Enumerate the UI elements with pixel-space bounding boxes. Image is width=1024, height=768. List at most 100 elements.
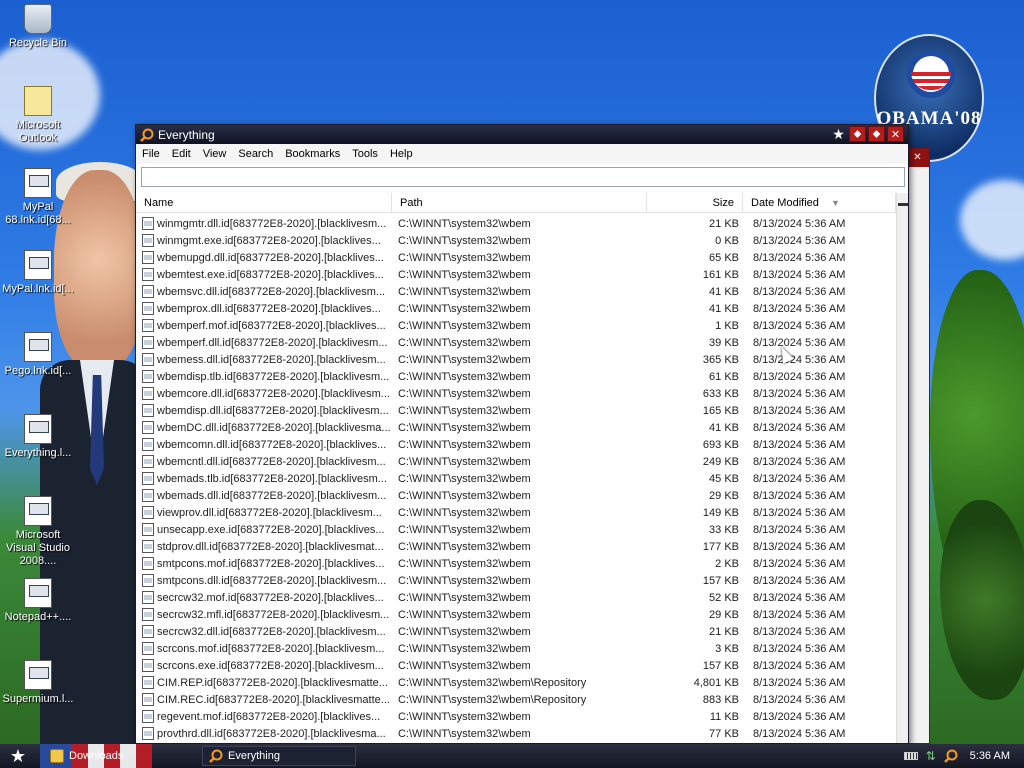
cell-path: C:\WINNT\system32\wbem <box>398 455 531 468</box>
file-icon <box>142 387 154 400</box>
table-row[interactable]: smtpcons.dll.id[683772E8-2020].[blackliv… <box>136 572 896 589</box>
file-icon <box>142 217 154 230</box>
column-header-size[interactable]: Size <box>647 193 743 213</box>
menu-file[interactable]: File <box>142 148 160 160</box>
window-title: Everything <box>158 127 215 142</box>
table-row[interactable]: wbemads.tlb.id[683772E8-2020].[blacklive… <box>136 470 896 487</box>
maximize-button[interactable]: ⬥ <box>868 126 885 142</box>
cell-date-modified: 8/13/2024 5:36 AM <box>753 421 846 434</box>
file-name: viewprov.dll.id[683772E8-2020].[blackliv… <box>157 506 382 519</box>
table-row[interactable]: wbemupgd.dll.id[683772E8-2020].[blackliv… <box>136 249 896 266</box>
file-name: wbemdisp.tlb.id[683772E8-2020].[blackliv… <box>157 370 390 383</box>
star-icon[interactable]: ★ <box>830 126 847 142</box>
table-row[interactable]: secrcw32.dll.id[683772E8-2020].[blackliv… <box>136 623 896 640</box>
cell-path: C:\WINNT\system32\wbem <box>398 557 531 570</box>
table-row[interactable]: wbemads.dll.id[683772E8-2020].[blacklive… <box>136 487 896 504</box>
desktop-icon-supermium[interactable]: Supermium.l... <box>0 660 76 706</box>
table-row[interactable]: secrcw32.mfl.id[683772E8-2020].[blackliv… <box>136 606 896 623</box>
cell-name: wbemsvc.dll.id[683772E8-2020].[blacklive… <box>136 285 392 298</box>
table-row[interactable]: secrcw32.mof.id[683772E8-2020].[blackliv… <box>136 589 896 606</box>
cell-name: CIM.REC.id[683772E8-2020].[blacklivesmat… <box>136 693 392 706</box>
file-icon <box>142 489 154 502</box>
table-row[interactable]: provthrd.dll.id[683772E8-2020].[blackliv… <box>136 725 896 742</box>
table-row[interactable]: stdprov.dll.id[683772E8-2020].[blacklive… <box>136 538 896 555</box>
file-icon <box>142 285 154 298</box>
table-row[interactable]: wbemcore.dll.id[683772E8-2020].[blackliv… <box>136 385 896 402</box>
close-button[interactable]: ✕ <box>887 126 904 142</box>
menu-help[interactable]: Help <box>390 148 413 160</box>
desktop-icon-pego[interactable]: Pego.lnk.id[... <box>0 332 76 378</box>
taskbar-item-everything[interactable]: Everything <box>202 746 356 766</box>
background-window-close-button[interactable]: ✕ <box>906 149 929 167</box>
file-icon <box>142 268 154 281</box>
file-icon <box>142 540 154 553</box>
scrollbar-thumb[interactable] <box>898 203 908 206</box>
table-row[interactable]: wbemcomn.dll.id[683772E8-2020].[blackliv… <box>136 436 896 453</box>
desktop-icon-visual-studio[interactable]: Microsoft Visual Studio 2008.... <box>0 496 76 568</box>
table-row[interactable]: wbemdisp.tlb.id[683772E8-2020].[blackliv… <box>136 368 896 385</box>
cell-path: C:\WINNT\system32\wbem <box>398 251 531 264</box>
file-name: regevent.mof.id[683772E8-2020].[blackliv… <box>157 710 381 723</box>
taskbar-item-downloads[interactable]: Downloads <box>44 746 194 766</box>
desktop-icon-label: Recycle Bin <box>8 37 68 49</box>
file-icon <box>142 591 154 604</box>
menu-edit[interactable]: Edit <box>172 148 191 160</box>
file-icon <box>142 693 154 706</box>
menu-tools[interactable]: Tools <box>352 148 378 160</box>
menu-view[interactable]: View <box>203 148 227 160</box>
search-input[interactable] <box>141 167 905 187</box>
cell-size: 2 KB <box>715 557 739 570</box>
table-row[interactable]: CIM.REC.id[683772E8-2020].[blacklivesmat… <box>136 691 896 708</box>
desktop-icon-outlook[interactable]: Microsoft Outlook <box>0 86 76 145</box>
table-row[interactable]: scrcons.mof.id[683772E8-2020].[blacklive… <box>136 640 896 657</box>
desktop-icon-mypal68[interactable]: MyPal 68.lnk.id[68... <box>0 168 76 227</box>
table-row[interactable]: wbemcntl.dll.id[683772E8-2020].[blackliv… <box>136 453 896 470</box>
column-header-name[interactable]: Name <box>136 193 392 213</box>
column-header-path[interactable]: Path <box>392 193 647 213</box>
start-button[interactable]: ★ <box>0 744 36 768</box>
table-row[interactable]: wbemperf.mof.id[683772E8-2020].[blackliv… <box>136 317 896 334</box>
cell-date-modified: 8/13/2024 5:36 AM <box>753 404 846 417</box>
table-row[interactable]: scrcons.exe.id[683772E8-2020].[blacklive… <box>136 657 896 674</box>
vertical-scrollbar[interactable] <box>896 193 908 743</box>
network-icon[interactable]: ⇅ <box>926 749 936 763</box>
desktop-icon-mypal[interactable]: MyPal.lnk.id[... <box>0 250 76 296</box>
table-row[interactable]: wbemprox.dll.id[683772E8-2020].[blackliv… <box>136 300 896 317</box>
desktop-icon-label: MyPal 68.lnk.id[68... <box>5 201 71 226</box>
file-name: scrcons.exe.id[683772E8-2020].[blacklive… <box>157 659 384 672</box>
cell-date-modified: 8/13/2024 5:36 AM <box>753 387 846 400</box>
cell-size: 1 KB <box>715 319 739 332</box>
table-row[interactable]: winmgmt.exe.id[683772E8-2020].[blacklive… <box>136 232 896 249</box>
cell-date-modified: 8/13/2024 5:36 AM <box>753 353 846 366</box>
table-row[interactable]: wbemsvc.dll.id[683772E8-2020].[blacklive… <box>136 283 896 300</box>
desktop-icon-notepadpp[interactable]: Notepad++.... <box>0 578 76 624</box>
desktop-icon-recycle-bin[interactable]: Recycle Bin <box>0 4 76 50</box>
table-row[interactable]: smtpcons.mof.id[683772E8-2020].[blackliv… <box>136 555 896 572</box>
table-row[interactable]: viewprov.dll.id[683772E8-2020].[blackliv… <box>136 504 896 521</box>
table-row[interactable]: unsecapp.exe.id[683772E8-2020].[blackliv… <box>136 521 896 538</box>
file-icon <box>142 234 154 247</box>
file-name: wbemads.tlb.id[683772E8-2020].[blacklive… <box>157 472 387 485</box>
table-row[interactable]: wbemdisp.dll.id[683772E8-2020].[blackliv… <box>136 402 896 419</box>
table-row[interactable]: CIM.REP.id[683772E8-2020].[blacklivesmat… <box>136 674 896 691</box>
menu-bar: File Edit View Search Bookmarks Tools He… <box>136 144 908 164</box>
everything-window: Everything ★ ⬥ ⬥ ✕ File Edit View Search… <box>135 124 909 744</box>
magnifier-icon[interactable] <box>943 749 958 763</box>
column-header-date-modified[interactable]: Date Modified ▼ <box>743 193 896 213</box>
minimize-button[interactable]: ⬥ <box>849 126 866 142</box>
menu-bookmarks[interactable]: Bookmarks <box>285 148 340 160</box>
cell-name: wbemcomn.dll.id[683772E8-2020].[blackliv… <box>136 438 392 451</box>
table-row[interactable]: winmgmtr.dll.id[683772E8-2020].[blackliv… <box>136 215 896 232</box>
menu-search[interactable]: Search <box>238 148 273 160</box>
title-bar[interactable]: Everything ★ ⬥ ⬥ ✕ <box>136 125 908 144</box>
keyboard-icon[interactable] <box>903 752 918 760</box>
file-icon <box>142 574 154 587</box>
clock[interactable]: 5:36 AM <box>970 750 1010 762</box>
table-row[interactable]: wbemDC.dll.id[683772E8-2020].[blacklives… <box>136 419 896 436</box>
file-icon <box>142 336 154 349</box>
table-row[interactable]: regevent.mof.id[683772E8-2020].[blackliv… <box>136 708 896 725</box>
file-icon <box>142 319 154 332</box>
cell-date-modified: 8/13/2024 5:36 AM <box>753 659 846 672</box>
table-row[interactable]: wbemtest.exe.id[683772E8-2020].[blackliv… <box>136 266 896 283</box>
desktop-icon-everything[interactable]: Everything.l... <box>0 414 76 460</box>
